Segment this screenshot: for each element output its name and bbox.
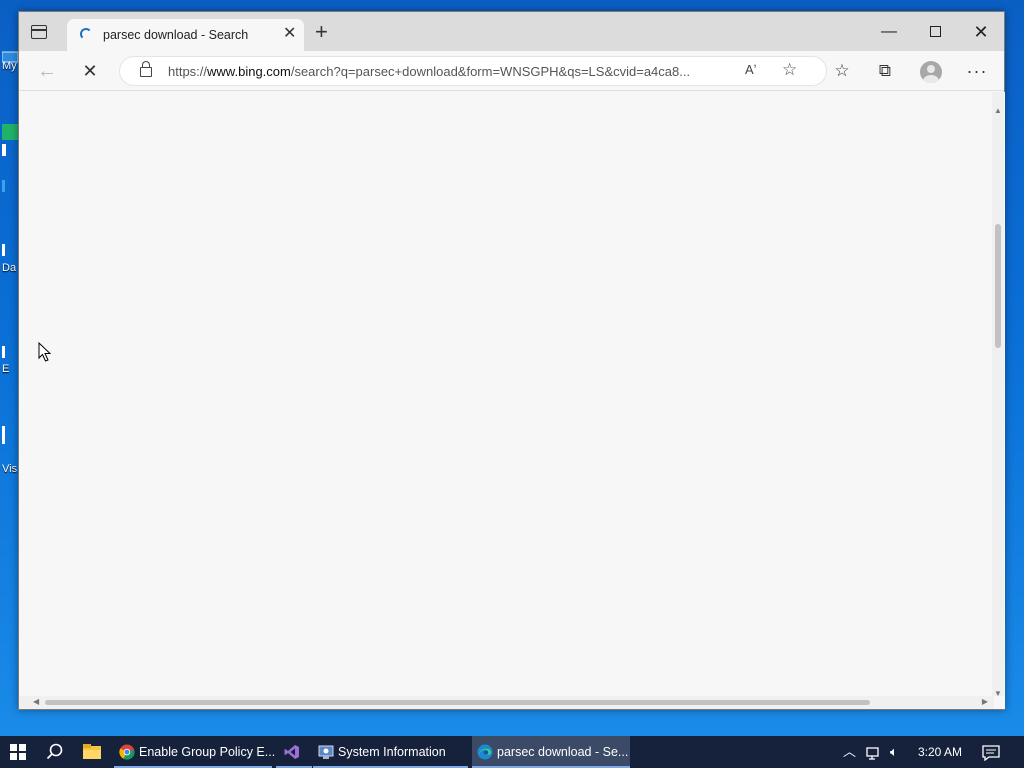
stop-icon[interactable]: ✕ bbox=[76, 57, 104, 85]
desktop-icon-app[interactable] bbox=[0, 178, 18, 201]
network-icon[interactable] bbox=[866, 736, 882, 768]
back-arrow-icon[interactable]: ← bbox=[33, 57, 61, 85]
notification-icon[interactable] bbox=[982, 736, 1000, 768]
show-hidden-icons-chevron-icon[interactable]: ︿ bbox=[843, 736, 856, 768]
clock[interactable]: 3:20 AM bbox=[918, 736, 962, 768]
desktop-label-da: Da bbox=[2, 262, 17, 274]
maximize-icon[interactable] bbox=[915, 20, 955, 44]
taskbar-app-edge[interactable]: parsec download - Se... bbox=[472, 736, 630, 768]
read-aloud-icon[interactable]: Aʼ bbox=[745, 62, 757, 77]
scroll-left-icon[interactable]: ◀ bbox=[33, 697, 39, 706]
vertical-scroll-thumb[interactable] bbox=[995, 224, 1001, 348]
tab-title: parsec download - Search bbox=[103, 28, 249, 42]
star-plus-icon[interactable]: ☆ bbox=[782, 60, 797, 80]
taskbar: Enable Group Policy E... System Informat… bbox=[0, 736, 1024, 768]
browser-window: parsec download - Search ✕ + — ✕ ← ✕ htt… bbox=[18, 11, 1005, 710]
horizontal-scrollbar[interactable]: ◀ ▶ bbox=[19, 696, 994, 709]
taskbar-app-label: System Information bbox=[338, 745, 446, 759]
minimize-icon[interactable]: — bbox=[869, 20, 909, 44]
page-content[interactable] bbox=[19, 92, 1005, 709]
address-bar[interactable]: https://www.bing.com/search?q=parsec+dow… bbox=[119, 56, 827, 86]
favorites-icon[interactable]: ☆ bbox=[828, 57, 856, 85]
address-url[interactable]: https://www.bing.com/search?q=parsec+dow… bbox=[168, 64, 738, 79]
edge-icon bbox=[477, 744, 493, 760]
close-icon[interactable]: ✕ bbox=[283, 25, 296, 43]
taskbar-app-visual-studio[interactable] bbox=[276, 736, 312, 768]
browser-titlebar: parsec download - Search ✕ + — ✕ bbox=[19, 12, 1004, 51]
search-icon[interactable] bbox=[46, 743, 64, 761]
browser-toolbar: ← ✕ https://www.bing.com/search?q=parsec… bbox=[19, 51, 1004, 91]
loading-spinner-icon bbox=[80, 28, 92, 40]
plus-icon[interactable]: + bbox=[315, 21, 328, 43]
scroll-up-icon[interactable]: ▲ bbox=[994, 106, 1002, 115]
taskbar-app-label: parsec download - Se... bbox=[497, 745, 629, 759]
taskbar-app-label: Enable Group Policy E... bbox=[139, 745, 276, 759]
mouse-cursor-icon bbox=[38, 342, 52, 362]
horizontal-scroll-thumb[interactable] bbox=[45, 700, 870, 705]
taskbar-app-chrome[interactable]: Enable Group Policy E... bbox=[114, 736, 276, 768]
close-window-icon[interactable]: ✕ bbox=[961, 20, 1001, 44]
collections-icon[interactable]: ⧉ bbox=[871, 57, 899, 85]
scroll-down-icon[interactable]: ▼ bbox=[994, 689, 1002, 698]
tab-actions-icon[interactable] bbox=[31, 25, 47, 39]
desktop-icon-visual-studio[interactable] bbox=[0, 424, 18, 447]
taskbar-app-system-information[interactable]: System Information bbox=[313, 736, 468, 768]
vertical-scrollbar[interactable]: ▲ ▼ bbox=[992, 92, 1004, 698]
windows-start-icon[interactable] bbox=[10, 744, 26, 760]
desktop-label-my: My bbox=[2, 60, 17, 72]
file-explorer-icon[interactable] bbox=[80, 736, 104, 768]
visual-studio-icon bbox=[284, 745, 299, 759]
desktop-icon-doc[interactable] bbox=[0, 142, 18, 165]
volume-icon[interactable]: 🔈︎ bbox=[890, 736, 898, 768]
desktop-label-e: E bbox=[2, 363, 10, 375]
scroll-right-icon[interactable]: ▶ bbox=[982, 697, 988, 706]
more-icon[interactable]: ··· bbox=[963, 57, 991, 85]
chrome-icon bbox=[119, 744, 135, 760]
lock-icon[interactable] bbox=[140, 61, 152, 77]
profile-icon[interactable] bbox=[917, 57, 945, 85]
tab-active[interactable]: parsec download - Search ✕ bbox=[67, 19, 304, 51]
system-information-icon bbox=[318, 745, 334, 759]
desktop-label-vis: Vis bbox=[2, 463, 18, 475]
